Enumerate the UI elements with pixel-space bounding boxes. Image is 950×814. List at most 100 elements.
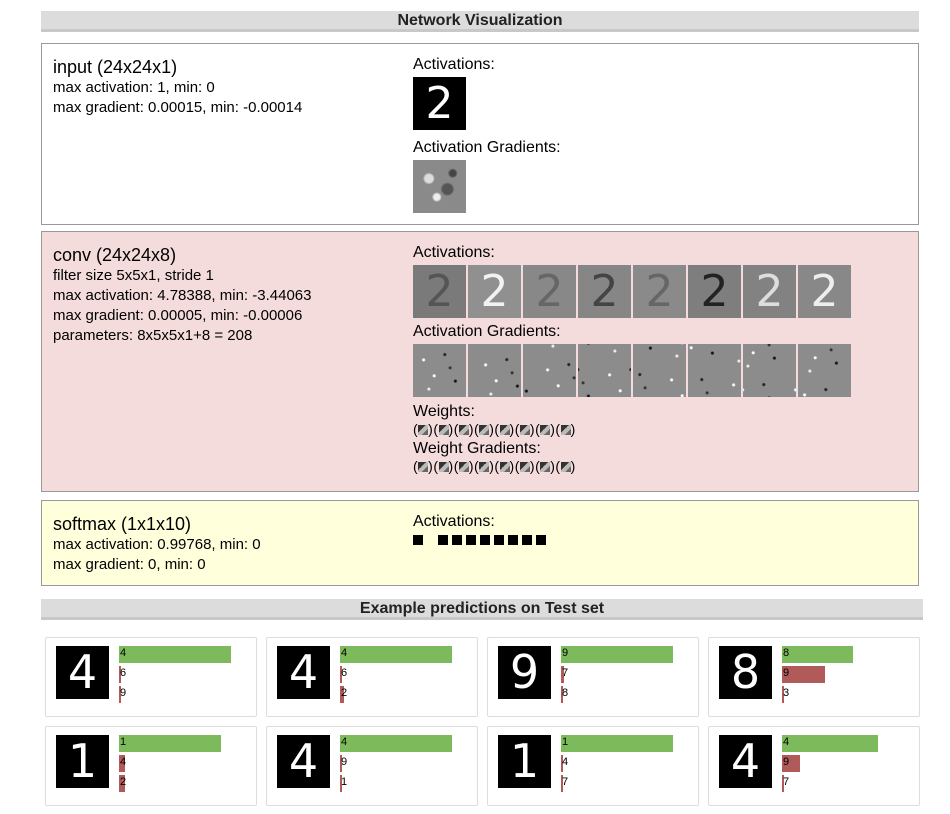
softmax-activation-range: max activation: 0.99768, min: 0 [53, 536, 261, 553]
conv-filter-size: filter size 5x5x1, stride 1 [53, 267, 214, 284]
test-digit-image: 4 [719, 735, 772, 788]
conv-activation-map: 2 [688, 265, 741, 318]
conv-activation-map: 2 [633, 265, 686, 318]
prediction-bar [340, 646, 452, 663]
conv-weight-filter: () [494, 421, 515, 437]
conv-gradient-map [523, 344, 576, 397]
weight-filter-icon [438, 462, 449, 472]
prediction-label: 4 [783, 736, 790, 748]
conv-activation-digit: 2 [755, 266, 784, 317]
test-digit-glyph: 1 [67, 735, 98, 788]
test-digit-image: 4 [56, 646, 109, 699]
test-digit-glyph: 1 [509, 735, 540, 788]
conv-layer-name: conv (24x24x8) [53, 245, 177, 265]
softmax-layer-panel: softmax (1x1x10) max activation: 0.99768… [41, 500, 919, 586]
conv-weight-gradient-filter: () [453, 458, 475, 474]
prediction-label: 9 [562, 647, 569, 659]
conv-weight-gradients-row: ()()()()()()()() [413, 458, 851, 474]
conv-activation-map: 2 [578, 265, 631, 318]
conv-gradient-map [633, 344, 686, 397]
prediction-bar [782, 646, 853, 663]
conv-activation-map: 2 [798, 265, 851, 318]
prediction-card: 4 4 9 1 [266, 726, 478, 806]
conv-gradient-map [743, 344, 796, 397]
conv-weight-filter: () [535, 421, 556, 437]
softmax-square [536, 535, 546, 545]
conv-activation-map: 2 [468, 265, 521, 318]
prediction-label: 1 [341, 776, 348, 788]
conv-gradient-map [468, 344, 521, 397]
conv-activation-digit: 2 [535, 266, 564, 317]
softmax-layer-visuals: Activations: [413, 512, 550, 545]
prediction-bar [119, 646, 231, 663]
conv-activation-map: 2 [413, 265, 466, 318]
softmax-square [480, 535, 490, 545]
prediction-label: 7 [783, 776, 790, 788]
conv-activation-map: 2 [743, 265, 796, 318]
prediction-label: 4 [341, 736, 348, 748]
input-gradient-range: max gradient: 0.00015, min: -0.00014 [53, 99, 303, 116]
weight-filter-icon [418, 425, 429, 435]
prediction-label: 2 [120, 776, 127, 788]
conv-weight-gradients-label: Weight Gradients: [413, 440, 541, 457]
input-layer-panel: input (24x24x1) max activation: 1, min: … [41, 43, 919, 225]
prediction-label: 9 [783, 667, 790, 679]
prediction-card: 4 4 6 2 [266, 637, 478, 717]
conv-weight-filter: () [453, 421, 475, 437]
prediction-label: 4 [562, 756, 569, 768]
prediction-label: 9 [120, 687, 127, 699]
prediction-card: 4 4 9 7 [708, 726, 920, 806]
conv-activation-gradients-label: Activation Gradients: [413, 323, 561, 340]
conv-weight-filter: () [555, 421, 576, 437]
weight-filter-icon [519, 425, 530, 435]
prediction-label: 4 [341, 647, 348, 659]
test-digit-glyph: 4 [288, 646, 319, 699]
weight-filter-icon [458, 462, 469, 472]
softmax-square [494, 535, 504, 545]
softmax-square [522, 535, 532, 545]
conv-activations-label: Activations: [413, 244, 495, 261]
input-layer-visuals: Activations: 2 Activation Gradients: [413, 55, 561, 218]
prediction-label: 2 [341, 687, 348, 699]
weight-filter-icon [479, 462, 490, 472]
conv-weights-label: Weights: [413, 403, 475, 420]
conv-weight-gradient-filter: () [474, 458, 495, 474]
conv-weight-filter: () [514, 421, 536, 437]
prediction-label: 1 [120, 736, 127, 748]
conv-layer-panel: conv (24x24x8) filter size 5x5x1, stride… [41, 231, 919, 492]
softmax-square [452, 535, 462, 545]
conv-activation-digit: 2 [425, 266, 454, 317]
conv-activation-digit: 2 [480, 266, 509, 317]
test-digit-glyph: 4 [288, 735, 319, 788]
conv-activation-map: 2 [523, 265, 576, 318]
conv-activation-digit: 2 [810, 266, 839, 317]
weight-filter-icon [418, 462, 429, 472]
prediction-label: 3 [783, 687, 790, 699]
conv-weight-gradient-filter: () [494, 458, 515, 474]
test-digit-glyph: 8 [730, 646, 761, 699]
conv-activation-digit: 2 [700, 266, 729, 317]
input-layer-name: input (24x24x1) [53, 57, 178, 77]
softmax-activation-squares [413, 535, 550, 545]
input-activation-digit: 2 [425, 78, 454, 129]
prediction-label: 9 [783, 756, 790, 768]
test-digit-glyph: 9 [509, 646, 540, 699]
prediction-card: 1 1 4 7 [487, 726, 699, 806]
conv-weight-filter: () [474, 421, 495, 437]
prediction-card: 4 4 6 9 [45, 637, 257, 717]
prediction-card: 1 1 4 2 [45, 726, 257, 806]
prediction-card: 8 8 9 3 [708, 637, 920, 717]
conv-weight-gradient-filter: () [535, 458, 556, 474]
prediction-label: 8 [562, 687, 569, 699]
weight-filter-icon [458, 425, 469, 435]
conv-activation-digit: 2 [590, 266, 619, 317]
conv-activation-digit: 2 [645, 266, 674, 317]
conv-layer-info: conv (24x24x8) filter size 5x5x1, stride… [53, 245, 312, 346]
weight-filter-icon [540, 462, 551, 472]
prediction-card: 9 9 7 8 [487, 637, 699, 717]
conv-gradient-range: max gradient: 0.00005, min: -0.00006 [53, 307, 303, 324]
prediction-bar [782, 735, 878, 752]
softmax-square [413, 535, 423, 545]
conv-weight-gradient-filter: () [555, 458, 576, 474]
prediction-label: 1 [562, 736, 569, 748]
